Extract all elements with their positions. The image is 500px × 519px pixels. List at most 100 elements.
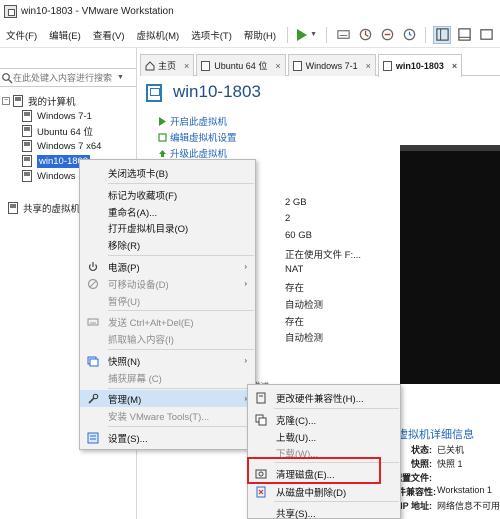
vm-icon <box>22 110 32 122</box>
tab-label: Windows 7-1 <box>305 60 358 71</box>
menu-item-label: 移除(R) <box>108 240 141 252</box>
menu-tabs[interactable]: 选项卡(T) <box>185 28 238 42</box>
close-icon[interactable]: × <box>366 61 371 71</box>
menu-help[interactable]: 帮助(H) <box>238 28 282 42</box>
menu-install-vmware-tools[interactable]: 安装 VMware Tools(T)... <box>80 407 255 424</box>
submenu-clone[interactable]: 克隆(C)... <box>248 411 400 428</box>
vm-screen-preview[interactable] <box>400 145 500 384</box>
menu-capture-screen[interactable]: 捕获屏幕 (C) <box>80 369 255 386</box>
library-view-icon[interactable] <box>433 25 452 44</box>
collapse-toggle-icon[interactable]: − <box>2 97 10 105</box>
chevron-down-icon[interactable]: ▼ <box>310 31 317 38</box>
tree-item-vm[interactable]: Windows 7-1 <box>22 109 92 123</box>
menu-item-label: 快照(N) <box>108 356 141 368</box>
tab-windows7-1[interactable]: Windows 7-1 × <box>287 54 376 76</box>
hw-usb-value: 存在 <box>285 283 305 294</box>
menu-separator <box>108 349 254 350</box>
menu-rename[interactable]: 重命名(A)... <box>80 203 255 220</box>
menu-pause[interactable]: 暂停(U) <box>80 292 255 309</box>
tab-win10[interactable]: win10-1803 × <box>377 54 463 77</box>
menu-item-label: 暂停(U) <box>108 296 141 308</box>
menu-settings[interactable]: 设置(S)... <box>80 429 255 446</box>
hw-cpu-value: 2 <box>285 213 291 224</box>
submenu-upload[interactable]: 上载(U)... <box>248 428 400 445</box>
submenu-arrow-icon: › <box>244 262 247 271</box>
menu-grab-input[interactable]: 抓取输入内容(I) <box>80 330 255 347</box>
action-label: 开启此虚拟机 <box>170 117 228 128</box>
menu-mark-favorite[interactable]: 标记为收藏项(F) <box>80 186 255 203</box>
menu-close-tab[interactable]: 关闭选项卡(B) <box>80 164 255 181</box>
tree-item-vm[interactable]: Ubuntu 64 位 <box>22 124 93 138</box>
menu-removable-devices[interactable]: 可移动设备(D) › <box>80 275 255 292</box>
vm-icon <box>22 125 32 137</box>
menu-manage[interactable]: 管理(M) › <box>80 390 255 407</box>
menu-file[interactable]: 文件(F) <box>0 28 43 42</box>
power-icon <box>86 260 100 274</box>
menu-edit[interactable]: 编辑(E) <box>43 28 87 42</box>
menu-open-vm-dir[interactable]: 打开虚拟机目录(O) <box>80 219 255 236</box>
menu-bar: 文件(F) 编辑(E) 查看(V) 虚拟机(M) 选项卡(T) 帮助(H) ▼ <box>0 22 500 48</box>
delete-icon <box>254 485 268 499</box>
tab-home[interactable]: 主页 × <box>140 54 195 76</box>
manage-submenu: 更改硬件兼容性(H)... 克隆(C)... 上载(U)... 下载(W)...… <box>247 384 401 519</box>
vm-context-menu: 关闭选项卡(B) 标记为收藏项(F) 重命名(A)... 打开虚拟机目录(O) … <box>79 159 256 450</box>
submenu-change-compatibility[interactable]: 更改硬件兼容性(H)... <box>248 389 400 406</box>
fullscreen-icon[interactable] <box>477 26 495 44</box>
tree-item-label: Windows 7 x64 <box>37 140 102 152</box>
tree-root-my-computer[interactable]: − 我的计算机 <box>2 94 76 108</box>
snapshot-manager-icon[interactable] <box>400 26 418 44</box>
tree-item-vm[interactable]: Windows 7 x64 <box>22 139 101 153</box>
menu-send-ctrl-alt-del[interactable]: 发送 Ctrl+Alt+Del(E) <box>80 313 255 330</box>
edit-settings-link[interactable]: 编辑虚拟机设置 <box>158 130 237 144</box>
close-icon[interactable]: × <box>275 61 280 71</box>
detail-value: 快照 1 <box>437 459 463 469</box>
vm-icon <box>201 60 211 71</box>
menu-power[interactable]: 电源(P) › <box>80 258 255 275</box>
submenu-arrow-icon: › <box>244 279 247 288</box>
settings-icon <box>86 431 100 445</box>
menu-item-label: 打开虚拟机目录(O) <box>108 223 189 235</box>
menu-item-label: 更改硬件兼容性(H)... <box>276 393 364 405</box>
menu-item-label: 设置(S)... <box>108 433 148 445</box>
upgrade-icon <box>159 149 166 157</box>
vm-icon <box>22 155 32 167</box>
snapshot-icon <box>86 354 100 368</box>
menu-separator <box>108 310 254 311</box>
library-search: ▼ <box>0 68 137 87</box>
clone-icon <box>254 413 268 427</box>
snapshot-icon[interactable] <box>356 26 374 44</box>
menu-item-label: 从磁盘中删除(D) <box>276 487 347 499</box>
tab-label: win10-1803 <box>395 61 444 71</box>
revert-snapshot-icon[interactable] <box>378 26 396 44</box>
tab-label: Ubuntu 64 位 <box>214 61 268 71</box>
menu-view[interactable]: 查看(V) <box>87 28 131 42</box>
tree-item-label: Ubuntu 64 位 <box>37 127 93 138</box>
submenu-share[interactable]: 共享(S)... <box>248 504 400 519</box>
close-icon[interactable]: × <box>184 61 189 71</box>
chevron-down-icon[interactable]: ▼ <box>117 74 124 81</box>
hw-printer-value: 存在 <box>285 317 305 328</box>
close-icon[interactable]: × <box>452 61 457 71</box>
tab-ubuntu[interactable]: Ubuntu 64 位 × <box>196 54 286 76</box>
submenu-delete-from-disk[interactable]: 从磁盘中删除(D) <box>248 483 400 500</box>
power-on-link[interactable]: 开启此虚拟机 <box>158 114 227 128</box>
menu-item-label: 电源(P) <box>108 262 140 274</box>
menu-remove[interactable]: 移除(R) <box>80 236 255 253</box>
upgrade-vm-link[interactable]: 升级此虚拟机 <box>158 146 227 160</box>
library-search-input[interactable] <box>13 72 113 83</box>
window-title: win10-1803 - VMware Workstation <box>21 5 174 17</box>
menu-separator <box>108 388 254 389</box>
power-on-play-icon[interactable] <box>297 28 308 41</box>
send-keys-icon[interactable] <box>334 26 352 44</box>
hw-memory-value: 2 GB <box>285 197 307 208</box>
tree-item-shared-vms[interactable]: 共享的虚拟机 <box>8 201 80 215</box>
computer-icon <box>13 95 23 107</box>
thumbnail-view-icon[interactable] <box>455 26 473 44</box>
tree-item-vm[interactable]: Windows <box>22 169 76 183</box>
search-icon <box>2 72 13 83</box>
menu-snapshot[interactable]: 快照(N) › <box>80 352 255 369</box>
detail-value: 网络信息不可用 <box>437 501 500 511</box>
tab-strip: 主页 × Ubuntu 64 位 × Windows 7-1 × win10-1… <box>140 54 500 77</box>
vm-icon <box>292 60 302 71</box>
menu-vm[interactable]: 虚拟机(M) <box>130 28 185 42</box>
